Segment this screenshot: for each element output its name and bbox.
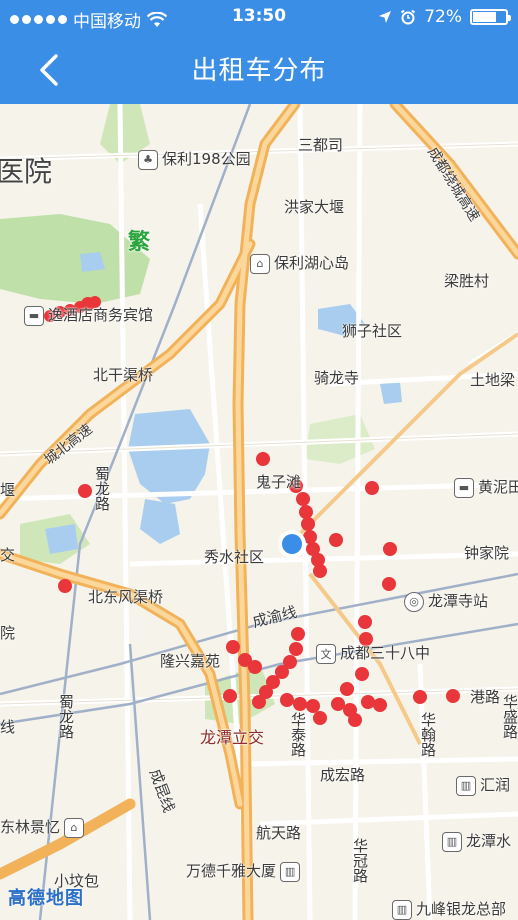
map-label: 梁胜村 [444,272,490,290]
map-label: 堰 [0,481,16,499]
map-label: 北干渠桥 [93,366,154,384]
road-label: 华冠路 [351,838,369,883]
map-label: 土地梁 [470,371,516,389]
map-label: 龙潭立交 [200,728,265,747]
road-label: 华泰路 [289,712,307,757]
map-label: 北东风渠桥 [88,588,164,606]
poi-icon: ⌂ [250,253,270,274]
map-label: ▥ 九峰银龙总部 [392,898,506,920]
alarm-icon [401,9,416,25]
map-label: 院 [0,624,16,642]
building-icon: ▥ [280,861,301,882]
map-label: 秀水社区 [204,548,265,566]
taxi-distribution-screen: 中国移动 13:50 72% 出租车分布 医院 ♣ 保利198公园 三都司 洪家… [0,0,518,920]
lake [140,499,180,544]
building-icon: ▥ [442,831,462,852]
map-label: 线 [0,718,16,736]
lake [128,409,210,504]
status-bar: 中国移动 13:50 72% [0,0,518,36]
hotel-icon: ▬ [24,305,44,326]
map-label: 骑龙寺 [314,369,360,387]
map-label: 文成都三十八中 [316,642,430,664]
map-label: ▥ 龙潭水 [442,830,511,852]
road-label: 华翰路 [419,712,437,757]
map-label: ♣ 保利198公园 [138,148,251,170]
battery-percent: 72% [424,7,462,27]
map-label: ⌂ 保利湖心岛 [250,252,349,274]
road-label: 蜀龙路 [93,466,111,511]
map-label: ▥ 汇润 [456,774,510,796]
current-location-marker [278,530,306,558]
map-label: 钟家院 [464,544,510,562]
map-label: 医院 [0,155,53,188]
battery-icon [470,9,511,25]
road-label: 航天路 [256,824,302,842]
location-arrow-icon [379,11,392,23]
top-bar: 中国移动 13:50 72% 出租车分布 [0,0,518,104]
hotel-icon: ▬ [454,477,474,498]
building-icon: ▥ [456,775,476,796]
amap-logo: 高德地图 [8,888,84,909]
map-label: ◎ 龙潭寺站 [404,590,488,612]
map-label: ▬ 黄泥田 [454,476,518,498]
map-label: ▬ 逸酒店商务宾馆 [24,304,153,326]
map-label: 三都司 [298,136,344,154]
map-label: 万德千雅大厦 ▥ [186,860,304,882]
map-label: 鬼子滩 [256,473,302,491]
road-label: 港路 [470,688,501,706]
map-label: 洪家大堰 [284,198,345,216]
station-icon: ◎ [404,591,424,612]
lake [45,524,78,554]
map-label: 交 [0,546,16,564]
school-icon: 文 [316,643,336,664]
poi-icon: ⌂ [64,817,85,838]
map-label: 隆兴嘉苑 [160,652,221,670]
road-label: 成宏路 [320,766,366,784]
map-label: 繁 [128,230,151,255]
map-label: 狮子社区 [342,322,403,340]
road-label: 华盛路 [501,694,518,739]
page-title: 出租车分布 [191,56,327,86]
building-icon: ▥ [392,899,412,920]
road-label: 蜀龙路 [57,694,75,739]
map-label: 东林景忆 ⌂ [0,816,88,838]
map-canvas [0,104,518,920]
nav-bar: 出租车分布 [0,36,518,104]
lake [380,382,402,404]
map-view[interactable]: 医院 ♣ 保利198公园 三都司 洪家大堰 ⌂ 保利湖心岛 梁胜村 狮子社区 ▬ 逸酒… [0,104,518,920]
park-icon: ♣ [138,149,158,170]
